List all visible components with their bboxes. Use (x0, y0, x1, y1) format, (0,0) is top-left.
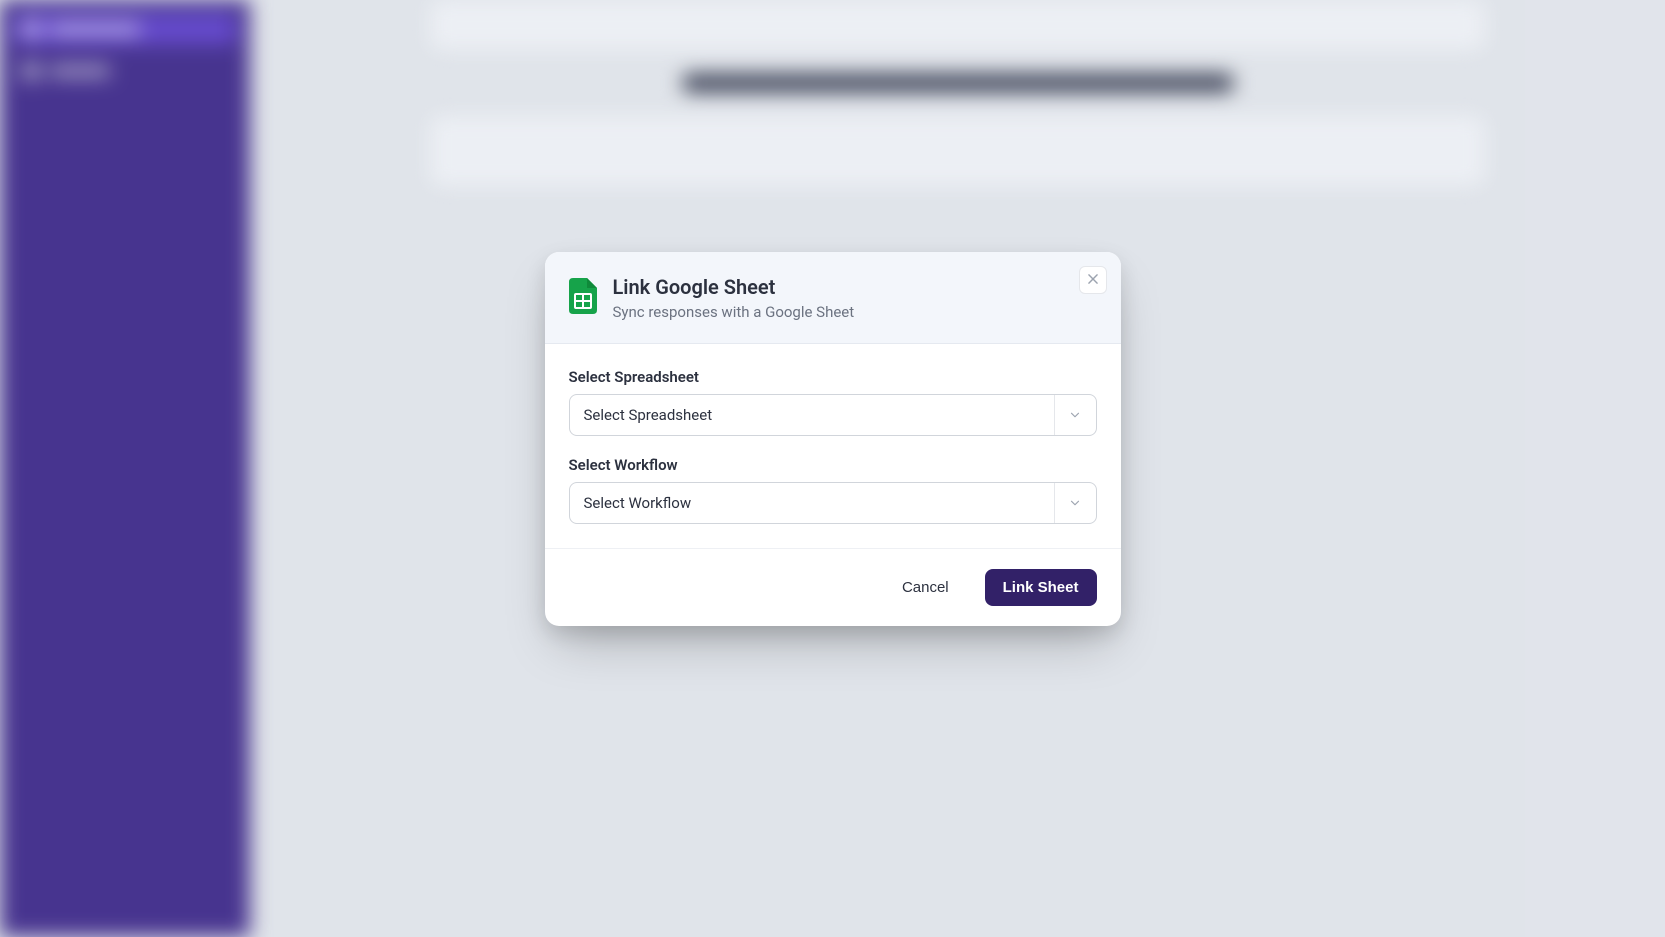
modal-header-text: Link Google Sheet Sync responses with a … (613, 274, 855, 321)
workflow-select-value: Select Workflow (584, 494, 692, 512)
modal-subtitle: Sync responses with a Google Sheet (613, 303, 855, 321)
cancel-button[interactable]: Cancel (884, 569, 967, 606)
close-icon (1086, 272, 1100, 289)
modal-title: Link Google Sheet (613, 274, 855, 300)
workflow-label: Select Workflow (569, 456, 1097, 474)
chevron-down-icon (1054, 395, 1096, 435)
modal-overlay: Link Google Sheet Sync responses with a … (0, 0, 1665, 937)
modal-body: Select Spreadsheet Select Spreadsheet Se… (545, 344, 1121, 548)
close-button[interactable] (1079, 266, 1107, 294)
spreadsheet-select-value: Select Spreadsheet (584, 406, 713, 424)
spreadsheet-field-group: Select Spreadsheet Select Spreadsheet (569, 368, 1097, 436)
modal-footer: Cancel Link Sheet (545, 548, 1121, 626)
link-sheet-button[interactable]: Link Sheet (985, 569, 1097, 606)
chevron-down-icon (1054, 483, 1096, 523)
workflow-field-group: Select Workflow Select Workflow (569, 456, 1097, 524)
link-google-sheet-modal: Link Google Sheet Sync responses with a … (545, 252, 1121, 626)
google-sheets-icon (569, 278, 597, 314)
modal-header: Link Google Sheet Sync responses with a … (545, 252, 1121, 344)
spreadsheet-select[interactable]: Select Spreadsheet (569, 394, 1097, 436)
workflow-select[interactable]: Select Workflow (569, 482, 1097, 524)
spreadsheet-label: Select Spreadsheet (569, 368, 1097, 386)
